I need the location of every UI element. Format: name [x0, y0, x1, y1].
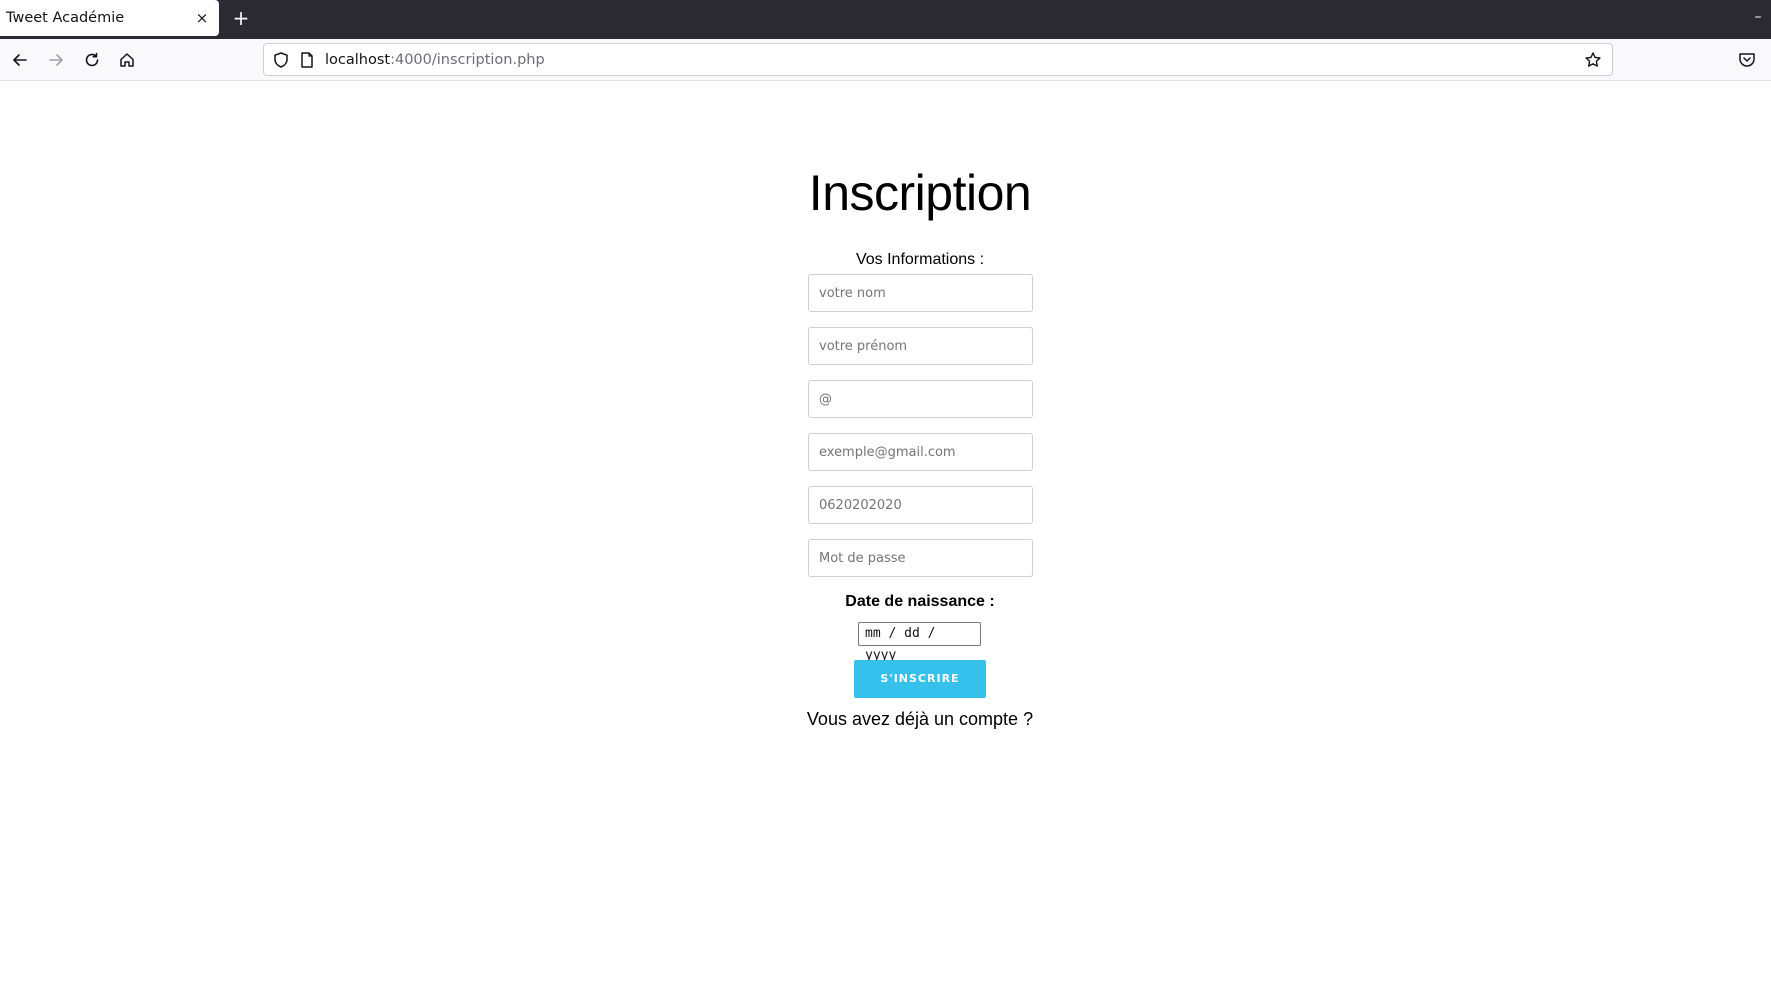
phone-input[interactable] — [808, 486, 1033, 524]
pocket-icon[interactable] — [1737, 50, 1757, 70]
browser-tab-bar: Tweet Académie × + – — [0, 0, 1771, 39]
window-minimize-icon[interactable]: – — [1750, 9, 1766, 29]
reload-icon[interactable] — [80, 48, 104, 72]
url-bar[interactable]: localhost:4000/inscription.php — [263, 43, 1613, 76]
page-content: Inscription Vos Informations : Date de n… — [0, 81, 1771, 984]
home-icon[interactable] — [115, 48, 139, 72]
username-input[interactable] — [808, 380, 1033, 418]
section-label: Vos Informations : — [855, 251, 985, 268]
url-host: localhost — [325, 52, 391, 68]
submit-button[interactable]: S'INSCRIRE — [854, 660, 986, 698]
login-link[interactable]: Vous avez déjà un compte ? — [0, 709, 1771, 730]
page-icon[interactable] — [299, 51, 315, 69]
url-text[interactable]: localhost:4000/inscription.php — [325, 52, 545, 68]
password-input[interactable] — [808, 539, 1033, 577]
email-input[interactable] — [808, 433, 1033, 471]
close-icon[interactable]: × — [193, 9, 211, 27]
url-path: :4000/inscription.php — [390, 52, 545, 68]
back-icon[interactable] — [8, 48, 32, 72]
bookmark-star-icon[interactable] — [1584, 51, 1602, 69]
browser-nav-bar: localhost:4000/inscription.php — [0, 39, 1771, 81]
forward-icon[interactable] — [44, 48, 68, 72]
nom-input[interactable] — [808, 274, 1033, 312]
browser-tab[interactable]: Tweet Académie × — [0, 0, 219, 36]
prenom-input[interactable] — [808, 327, 1033, 365]
new-tab-icon[interactable]: + — [230, 7, 252, 29]
tab-title: Tweet Académie — [6, 10, 125, 26]
page-title: Inscription — [808, 165, 1032, 221]
dob-date-input[interactable]: mm / dd / yyyy — [858, 622, 981, 663]
dob-label: Date de naissance : — [845, 593, 995, 610]
shield-icon[interactable] — [272, 51, 290, 69]
